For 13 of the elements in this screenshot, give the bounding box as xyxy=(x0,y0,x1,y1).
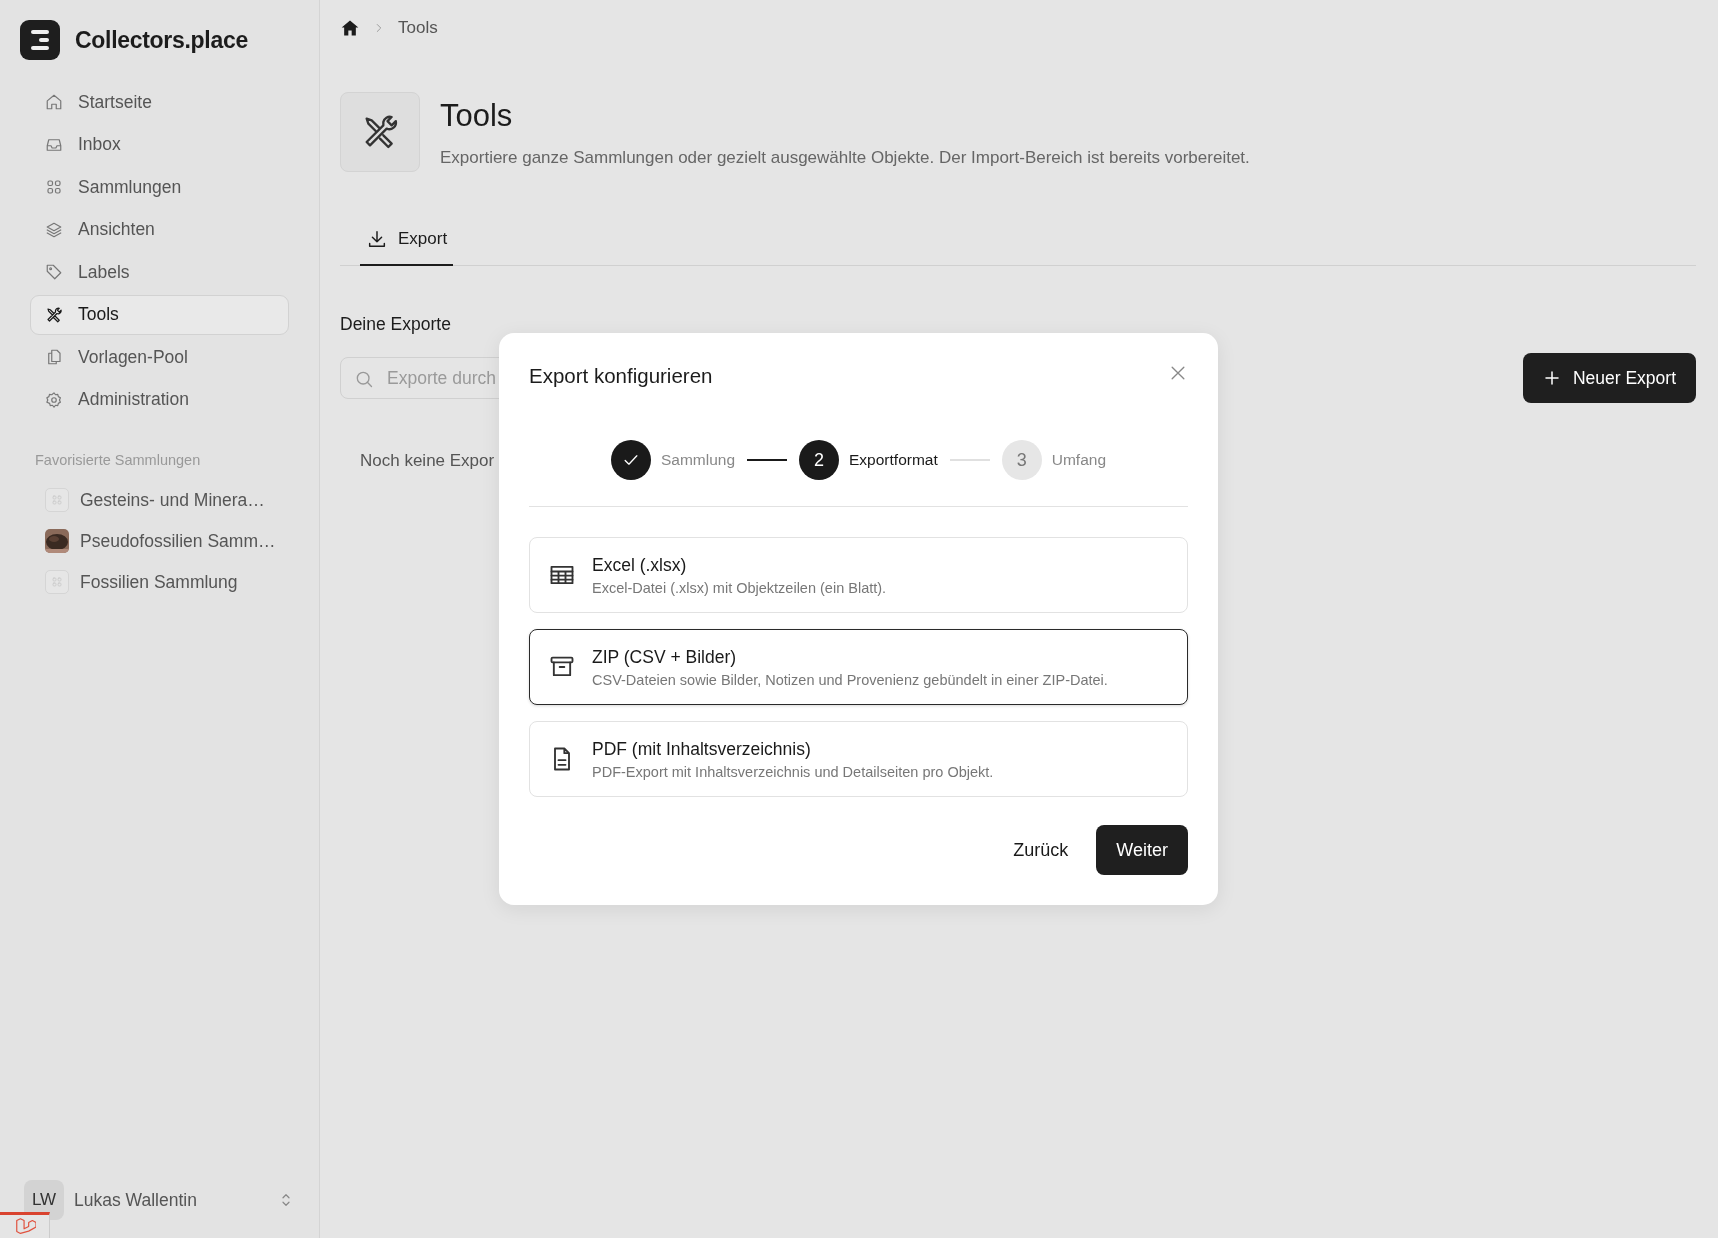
page-description: Exportiere ganze Sammlungen oder gezielt ausgewählte Objekte. Der Import-Bereich ist bereits vorbereitet. xyxy=(440,148,1250,168)
section-title: Deine Exporte xyxy=(340,314,451,335)
app-name: Collectors.place xyxy=(75,26,248,54)
step-indicator: 2 xyxy=(799,440,840,480)
page-title: Tools xyxy=(440,98,514,134)
step-indicator: 3 xyxy=(1001,440,1042,480)
section-heading: Favorisierte Sammlungen xyxy=(35,451,202,468)
dialog-title: Export konfigurieren xyxy=(529,364,713,388)
user-name: Lukas Wallentin xyxy=(74,1189,198,1211)
step-label: Umfang xyxy=(1051,451,1107,469)
step-label: Exportformat xyxy=(849,451,938,469)
step-label: Sammlung xyxy=(660,451,736,469)
empty-message: Noch keine Expor xyxy=(360,451,495,471)
